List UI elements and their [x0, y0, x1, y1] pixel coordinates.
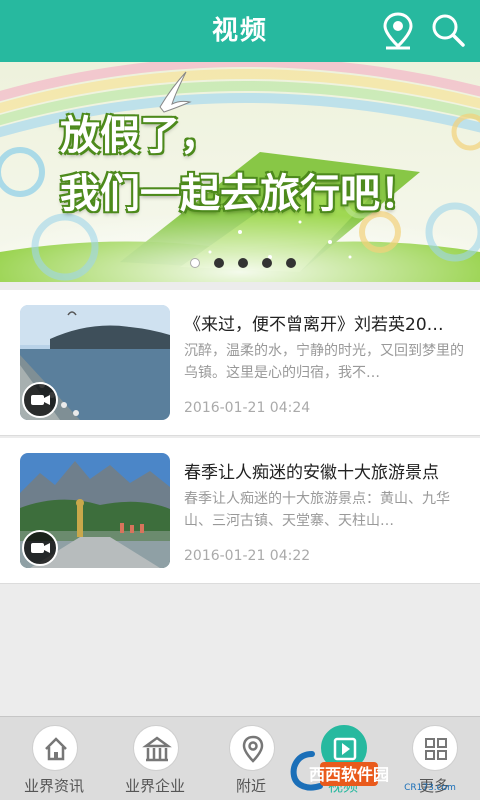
banner-line-2: 我们一起去旅行吧！: [60, 171, 420, 217]
list-item[interactable]: 《来过，便不曾离开》刘若英20… 沉醉，温柔的水，宁静的时光，又回到梦里的乌镇。…: [0, 290, 480, 436]
carousel-dot[interactable]: [286, 258, 296, 268]
carousel-dot[interactable]: [238, 258, 248, 268]
list-item[interactable]: 春季让人痴迷的安徽十大旅游景点 春季让人痴迷的十大旅游景点：黄山、九华山、三河古…: [0, 438, 480, 584]
banner-headline: 放假了， 我们一起去旅行吧！: [60, 107, 420, 223]
nav-item-nearby[interactable]: 附近: [203, 717, 299, 800]
carousel-indicator: [190, 258, 296, 268]
watermark-logo: 西西软件园 CR173.com: [290, 751, 456, 793]
carousel-dot[interactable]: [190, 258, 200, 268]
article-summary: 春季让人痴迷的十大旅游景点：黄山、九华山、三河古镇、天堂寨、天柱山…: [184, 491, 450, 529]
nav-label: 附近: [235, 777, 266, 795]
article-title: 春季让人痴迷的安徽十大旅游景点: [184, 463, 439, 483]
article-summary: 沉醉，温柔的水，宁静的时光，又回到梦里的乌镇。这里是心的归宿，我不…: [184, 343, 464, 381]
promo-banner[interactable]: 放假了， 我们一起去旅行吧！: [0, 62, 480, 282]
nav-label: 业界企业: [124, 777, 185, 795]
location-icon: [229, 725, 275, 771]
carousel-dot[interactable]: [214, 258, 224, 268]
building-icon: [133, 725, 179, 771]
watermark-text-1: 西西软件园: [309, 765, 389, 784]
video-list: 《来过，便不曾离开》刘若英20… 沉醉，温柔的水，宁静的时光，又回到梦里的乌镇。…: [0, 290, 480, 584]
nav-item-industry-news[interactable]: 业界资讯: [6, 717, 102, 800]
video-thumbnail[interactable]: [20, 453, 170, 568]
video-camera-icon: [22, 382, 58, 418]
location-button[interactable]: [376, 8, 420, 54]
carousel-dot[interactable]: [262, 258, 272, 268]
map-pin-icon: [383, 12, 413, 50]
home-icon: [32, 725, 78, 771]
article-date: 2016-01-21 04:22: [184, 548, 311, 564]
nav-label: 业界资讯: [23, 777, 84, 795]
top-app-bar: 视频: [0, 0, 480, 62]
watermark-text-2: CR173.com: [404, 783, 456, 793]
banner-line-1: 放假了，: [60, 113, 220, 159]
app-root: 视频 放假了， 我们一起去旅行吧！ 《来过，便不曾离开》刘若英20… 沉醉，温柔…: [0, 0, 480, 800]
search-button[interactable]: [426, 8, 470, 54]
site-watermark: 西西软件园 CR173.com: [290, 748, 480, 794]
video-camera-icon: [22, 530, 58, 566]
article-title: 《来过，便不曾离开》刘若英20…: [184, 315, 444, 335]
nav-item-industry-companies[interactable]: 业界企业: [107, 717, 203, 800]
video-thumbnail[interactable]: [20, 305, 170, 420]
search-icon: [432, 14, 465, 47]
article-date: 2016-01-21 04:24: [184, 400, 311, 416]
